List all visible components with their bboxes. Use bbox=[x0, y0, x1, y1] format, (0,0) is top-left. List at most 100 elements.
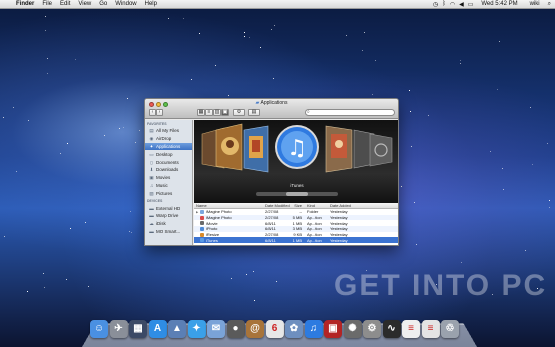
back-button[interactable]: ‹ bbox=[149, 109, 156, 116]
sidebar-item-label: MO Smart... bbox=[156, 228, 181, 234]
menu-edit[interactable]: Edit bbox=[56, 1, 74, 7]
music-icon: ♫ bbox=[149, 182, 154, 188]
launchpad-icon[interactable]: ✈ bbox=[109, 320, 128, 338]
file-icon bbox=[200, 215, 204, 220]
app-store-icon[interactable]: A bbox=[148, 320, 167, 338]
menu-file[interactable]: File bbox=[38, 1, 56, 7]
time-machine-icon[interactable]: ◷ bbox=[433, 1, 438, 8]
menu-go[interactable]: Go bbox=[95, 1, 111, 7]
search-input[interactable] bbox=[305, 109, 395, 116]
activity-monitor-icon[interactable]: ∿ bbox=[382, 320, 401, 338]
volume-icon[interactable]: ◀ bbox=[459, 1, 464, 8]
icon-view-button[interactable]: ▦ bbox=[197, 109, 205, 116]
menu-help[interactable]: Help bbox=[141, 1, 161, 7]
arrange-menu-button[interactable]: ▤ bbox=[248, 109, 260, 116]
date-modified-cell: 2/27/08 bbox=[265, 232, 279, 238]
star bbox=[246, 274, 247, 275]
cover-flow[interactable]: ♫ iTunes bbox=[194, 120, 398, 203]
document-icon[interactable]: ≡ bbox=[402, 320, 420, 338]
list-view-button[interactable]: ≡ bbox=[205, 109, 213, 116]
sidebar-item-idisk[interactable]: ☁ iDisk bbox=[145, 220, 192, 228]
sidebar-item-label: Warp Drive bbox=[156, 213, 179, 219]
column-name[interactable]: Name bbox=[194, 203, 265, 208]
star bbox=[549, 207, 550, 208]
menu-bar: Finder File Edit View Go Window Help ◷ ᛒ… bbox=[0, 0, 555, 9]
address-book-icon[interactable]: @ bbox=[246, 320, 264, 338]
date-added-cell: Yesterday bbox=[330, 215, 348, 221]
scrollbar-thumb[interactable] bbox=[286, 192, 308, 196]
mission-control-icon[interactable]: ▦ bbox=[129, 320, 147, 338]
column-size[interactable]: Size bbox=[291, 203, 305, 208]
star bbox=[346, 35, 347, 36]
forward-button[interactable]: › bbox=[156, 109, 163, 116]
menu-window[interactable]: Window bbox=[111, 1, 140, 7]
finder-icon[interactable]: ☺ bbox=[90, 320, 108, 338]
document-icon-2[interactable]: ≡ bbox=[421, 320, 440, 338]
column-date-modified[interactable]: Date Modified bbox=[265, 203, 291, 208]
star bbox=[414, 202, 415, 203]
battery-icon[interactable]: ▭ bbox=[468, 1, 474, 8]
sidebar-item-downloads[interactable]: ⬇ Downloads bbox=[145, 166, 192, 174]
row-name-cell: iTunes bbox=[194, 238, 265, 243]
star bbox=[273, 78, 274, 79]
star bbox=[549, 200, 550, 201]
bluetooth-icon[interactable]: ᛒ bbox=[442, 1, 446, 7]
sidebar-item-warp-drive[interactable]: ▬ Warp Drive bbox=[145, 212, 192, 220]
column-kind[interactable]: Kind bbox=[305, 203, 330, 208]
file-name: iResize bbox=[206, 232, 220, 238]
spotlight-icon[interactable]: ⌕ bbox=[548, 1, 551, 8]
sidebar-item-applications[interactable]: ✦ Applications bbox=[145, 142, 192, 151]
menu-view[interactable]: View bbox=[74, 1, 95, 7]
sidebar-item-music[interactable]: ♫ Music bbox=[145, 182, 192, 190]
sidebar-item-documents[interactable]: ▯ Documents bbox=[145, 158, 192, 166]
menu-user[interactable]: wiki bbox=[526, 1, 544, 7]
ical-icon[interactable]: 6 bbox=[265, 320, 284, 338]
sidebar-item-label: External HD bbox=[156, 205, 181, 211]
sidebar-item-airdrop[interactable]: ◉ AirDrop bbox=[145, 135, 192, 143]
date-added-cell: Yesterday bbox=[330, 226, 348, 232]
sidebar-item-pictures[interactable]: ▨ Pictures bbox=[145, 189, 192, 197]
column-view-button[interactable]: ▥ bbox=[213, 109, 221, 116]
sidebar-item-label: Desktop bbox=[156, 151, 173, 157]
file-icon bbox=[200, 226, 204, 231]
iphoto-icon[interactable]: ✺ bbox=[343, 320, 362, 338]
star bbox=[260, 47, 261, 48]
sidebar-item-mo-smart[interactable]: ▬ MO Smart... bbox=[145, 228, 192, 236]
star bbox=[372, 94, 373, 95]
date-modified-cell: 2/27/08 bbox=[265, 215, 279, 221]
sidebar-item-label: All My Files bbox=[156, 128, 180, 134]
kind-cell: Ap...tion bbox=[307, 220, 322, 226]
star bbox=[66, 279, 67, 280]
menu-finder[interactable]: Finder bbox=[12, 1, 38, 7]
size-cell: -- bbox=[299, 209, 302, 215]
sidebar-item-desktop[interactable]: ▭ Desktop bbox=[145, 150, 192, 158]
title-bar[interactable]: ▰ Applications ‹ › ▦ ≡ ▥ ▣ ⚙ ▤ ⌕ bbox=[145, 99, 398, 119]
safari-icon[interactable]: ✦ bbox=[187, 320, 206, 338]
finder-window: ▰ Applications ‹ › ▦ ≡ ▥ ▣ ⚙ ▤ ⌕ FAVORIT… bbox=[144, 98, 399, 246]
cover-flow-scrollbar[interactable] bbox=[256, 192, 338, 196]
movies-icon: ▣ bbox=[149, 175, 154, 181]
idisk-icon: ☁ bbox=[149, 221, 154, 227]
preview-icon[interactable]: ▲ bbox=[168, 320, 186, 338]
star bbox=[490, 151, 491, 152]
menu-clock[interactable]: Wed 5:42 PM bbox=[477, 1, 521, 7]
sidebar-item-external-hd[interactable]: ▬ External HD bbox=[145, 204, 192, 212]
cover-flow-button[interactable]: ▣ bbox=[221, 109, 229, 116]
itunes-icon[interactable]: ♫ bbox=[304, 320, 323, 338]
column-date-added[interactable]: Date Added bbox=[330, 203, 360, 208]
preview-photos-icon[interactable]: ✿ bbox=[285, 320, 303, 338]
wifi-icon[interactable]: ◠ bbox=[450, 1, 455, 8]
action-menu-button[interactable]: ⚙ bbox=[233, 109, 245, 116]
trash-icon[interactable]: ♲ bbox=[441, 320, 459, 338]
star bbox=[129, 231, 130, 232]
sidebar-item-movies[interactable]: ▣ Movies bbox=[145, 174, 192, 182]
facetime-icon[interactable]: ● bbox=[226, 320, 245, 338]
mail-icon[interactable]: ✉ bbox=[207, 320, 225, 338]
star bbox=[364, 32, 365, 33]
star bbox=[503, 189, 504, 190]
sidebar-item-all-my-files[interactable]: ▤ All My Files bbox=[145, 127, 192, 135]
row-name-cell: ▶ iMagine Photo bbox=[194, 209, 265, 214]
system-preferences-icon[interactable]: ⚙ bbox=[363, 320, 381, 338]
table-row[interactable]: iTunes 6/8/11 1 MB Ap...tion Yesterday bbox=[194, 237, 398, 244]
photo-booth-icon[interactable]: ▣ bbox=[324, 320, 342, 338]
